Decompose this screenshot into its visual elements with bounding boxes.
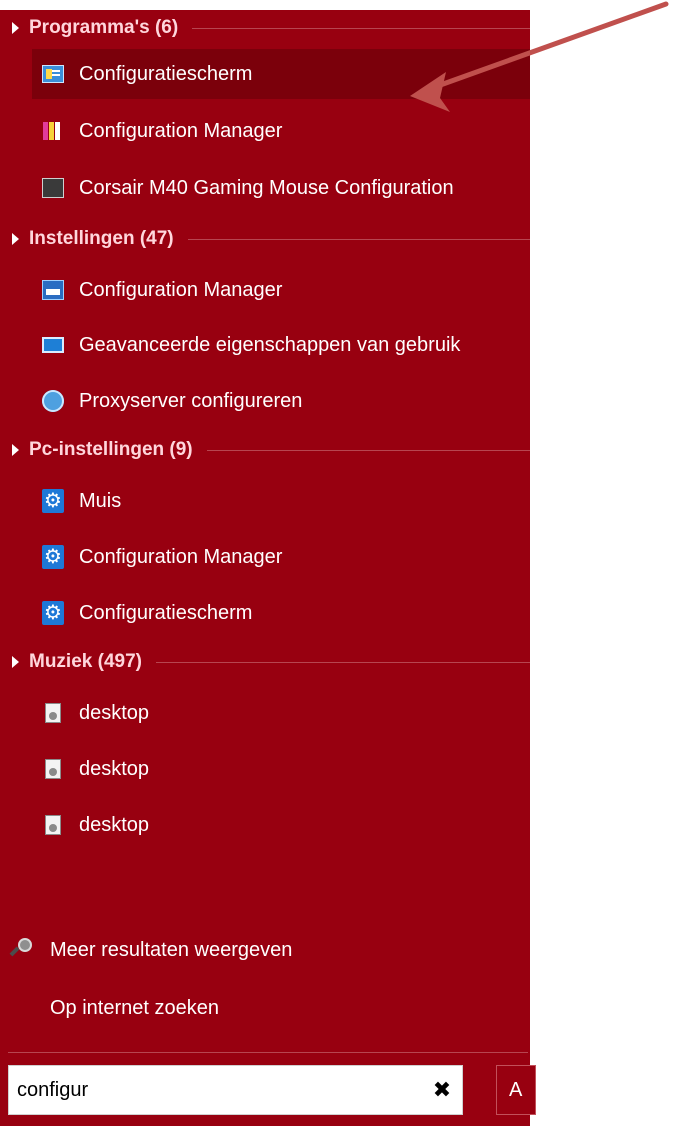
result-label: Configuration Manager <box>79 545 283 568</box>
result-item-proxy[interactable]: Proxyserver configureren <box>32 376 530 426</box>
result-label: Geavanceerde eigenschappen van gebruik <box>79 333 461 356</box>
group-header-music[interactable]: Muziek (497) <box>0 644 530 680</box>
file-icon <box>42 702 64 724</box>
group-title: Instellingen (47) <box>29 228 174 249</box>
group-divider <box>206 449 530 451</box>
search-results-panel: Programma's (6) Configuratiescherm Confi… <box>0 10 530 1126</box>
result-item-configuratiescherm-pc[interactable]: ⚙ Configuratiescherm <box>32 588 530 638</box>
corsair-icon <box>42 177 64 199</box>
expand-caret-icon <box>12 444 19 456</box>
result-label: Proxyserver configureren <box>79 389 303 412</box>
result-item-configuration-manager[interactable]: Configuration Manager <box>32 106 530 156</box>
file-icon <box>42 814 64 836</box>
more-results-label: Meer resultaten weergeven <box>50 938 293 961</box>
group-divider <box>187 238 530 240</box>
result-item-corsair[interactable]: Corsair M40 Gaming Mouse Configuration <box>32 163 530 213</box>
group-divider <box>155 661 530 663</box>
result-label: Configuratiescherm <box>79 62 253 85</box>
internet-search-label: Op internet zoeken <box>50 996 219 1019</box>
internet-search-link[interactable]: Op internet zoeken <box>10 988 530 1028</box>
group-header-pc-settings[interactable]: Pc-instellingen (9) <box>0 432 530 468</box>
result-item-desktop-1[interactable]: desktop <box>32 688 530 738</box>
result-label: Muis <box>79 489 122 512</box>
result-item-desktop-2[interactable]: desktop <box>32 744 530 794</box>
group-title: Muziek (497) <box>29 651 142 672</box>
search-box: ✖ <box>8 1065 463 1115</box>
clear-search-button[interactable]: ✖ <box>422 1077 462 1103</box>
group-header-settings[interactable]: Instellingen (47) <box>0 221 530 257</box>
settings-applet-icon <box>42 279 64 301</box>
expand-caret-icon <box>12 656 19 668</box>
result-label: desktop <box>79 701 150 724</box>
result-label: desktop <box>79 813 150 836</box>
result-label: Corsair M40 Gaming Mouse Configuration <box>79 176 454 199</box>
search-input[interactable] <box>9 1077 422 1103</box>
group-header-programs[interactable]: Programma's (6) <box>0 10 530 46</box>
configuration-manager-icon <box>42 120 64 142</box>
expand-caret-icon <box>12 22 19 34</box>
result-label: Configuration Manager <box>79 119 283 142</box>
result-label: Configuration Manager <box>79 278 283 301</box>
result-item-configuration-manager-settings[interactable]: Configuration Manager <box>32 265 530 315</box>
result-label: desktop <box>79 757 150 780</box>
expand-caret-icon <box>12 233 19 245</box>
gear-icon: ⚙ <box>42 545 64 569</box>
result-label: Configuratiescherm <box>79 601 253 624</box>
result-item-muis[interactable]: ⚙ Muis <box>32 476 530 526</box>
group-title: Pc-instellingen (9) <box>29 439 193 460</box>
result-item-desktop-3[interactable]: desktop <box>32 800 530 850</box>
group-title: Programma's (6) <box>29 17 179 38</box>
side-button[interactable]: A <box>496 1065 536 1115</box>
more-results-link[interactable]: Meer resultaten weergeven <box>9 930 530 970</box>
result-item-configuration-manager-pc[interactable]: ⚙ Configuration Manager <box>32 532 530 582</box>
gear-icon: ⚙ <box>42 601 64 625</box>
file-icon <box>42 758 64 780</box>
group-divider <box>192 27 530 29</box>
footer-divider <box>8 1052 528 1053</box>
gear-icon: ⚙ <box>42 489 64 513</box>
result-item-configuratiescherm[interactable]: Configuratiescherm <box>32 49 530 99</box>
control-panel-icon <box>42 63 64 85</box>
proxy-icon <box>42 390 64 412</box>
result-item-advanced-properties[interactable]: Geavanceerde eigenschappen van gebruik <box>32 320 530 370</box>
opera-browser-icon <box>10 996 34 1020</box>
search-icon <box>9 938 34 962</box>
monitor-icon <box>42 334 64 356</box>
